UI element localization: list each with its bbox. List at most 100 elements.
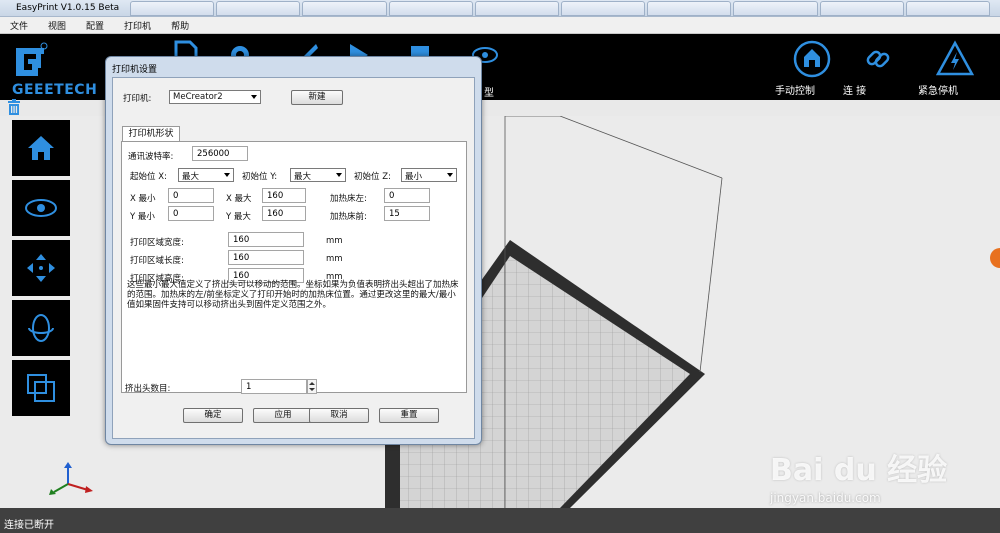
origin-x-select[interactable]: 最大 xyxy=(178,168,234,182)
manual-control-icon xyxy=(793,40,831,78)
taskbar-tab[interactable] xyxy=(302,1,387,16)
taskbar-tab[interactable] xyxy=(905,1,991,16)
taskbar-tab[interactable] xyxy=(388,1,473,16)
printer-select[interactable]: MeCreator2 xyxy=(169,90,261,104)
chevron-down-icon xyxy=(336,173,342,177)
warning-icon xyxy=(936,40,974,76)
chevron-down-icon xyxy=(224,173,230,177)
geeetech-logo: GEEETECH xyxy=(8,42,100,100)
y-min-input[interactable] xyxy=(168,206,214,221)
taskbar-tab[interactable] xyxy=(561,1,646,16)
printer-label: 打印机: xyxy=(123,94,152,104)
reset-button[interactable]: 重置 xyxy=(379,408,439,423)
x-min-label: X 最小 xyxy=(130,194,156,204)
taskbar-tab[interactable] xyxy=(647,1,732,16)
stepper-arrows-icon xyxy=(309,382,315,391)
left-sidebar xyxy=(12,120,70,420)
cancel-button[interactable]: 取消 xyxy=(309,408,369,423)
width-label: 打印区域宽度: xyxy=(130,238,184,248)
connect-button[interactable]: 连 接 xyxy=(843,40,913,97)
link-icon xyxy=(866,50,890,68)
menu-config[interactable]: 配置 xyxy=(76,19,114,32)
scale-button[interactable] xyxy=(12,360,70,416)
baidu-watermark: Bai du 经验 jingyan.baidu.com xyxy=(760,425,1000,515)
view-button[interactable] xyxy=(12,180,70,236)
rotate-icon xyxy=(28,314,54,342)
menu-help[interactable]: 帮助 xyxy=(161,19,199,32)
toolbar-model-label: 型 xyxy=(484,88,494,99)
menu-file[interactable]: 文件 xyxy=(0,19,38,32)
extruder-count-input[interactable] xyxy=(241,379,307,394)
origin-y-value: 最大 xyxy=(294,172,312,182)
scale-icon xyxy=(27,374,55,402)
baud-input[interactable] xyxy=(192,146,248,161)
rotate-button[interactable] xyxy=(12,300,70,356)
x-min-input[interactable] xyxy=(168,188,214,203)
status-bar: 连接已断开 xyxy=(0,508,1000,533)
browser-tabs xyxy=(130,1,991,16)
length-unit: mm xyxy=(326,254,343,264)
app-title: EasyPrint V1.0.15 Beta xyxy=(16,3,120,13)
dialog-title: 打印机设置 xyxy=(112,65,158,75)
bed-front-input[interactable] xyxy=(384,206,430,221)
origin-y-label: 初始位 Y: xyxy=(242,172,278,182)
origin-z-label: 初始位 Z: xyxy=(354,172,391,182)
window-titlebar: EasyPrint V1.0.15 Beta xyxy=(0,0,1000,17)
range-description: 这些最小最大值定义了挤出头可以移动的范围。坐标如果为负值表明挤出头超出了加热床的… xyxy=(127,280,459,310)
printer-shape-panel: 通讯波特率: 起始位 X: 最大 初始位 Y: 最大 初始位 Z: 最小 X 最… xyxy=(121,141,467,393)
home-icon xyxy=(28,136,54,160)
taskbar-tab[interactable] xyxy=(819,1,904,16)
origin-x-label: 起始位 X: xyxy=(130,172,167,182)
x-max-input[interactable] xyxy=(262,188,306,203)
printer-select-value: MeCreator2 xyxy=(173,92,223,102)
printer-settings-dialog: 打印机设置 打印机: MeCreator2 新建 打印机形状 通讯波特率: 起始… xyxy=(105,56,482,445)
trash-icon[interactable] xyxy=(7,99,21,115)
width-input[interactable] xyxy=(228,232,304,247)
extruder-count-label: 挤出头数目: xyxy=(125,384,171,394)
watermark-main: Bai du 经验 xyxy=(770,453,948,488)
emergency-stop-label: 紧急停机 xyxy=(918,86,958,97)
y-max-input[interactable] xyxy=(262,206,306,221)
chevron-down-icon xyxy=(447,173,453,177)
bed-front-label: 加热床前: xyxy=(330,212,367,222)
manual-control-label: 手动控制 xyxy=(775,86,815,97)
watermark-sub: jingyan.baidu.com xyxy=(770,491,881,505)
apply-button[interactable]: 应用 xyxy=(253,408,313,423)
origin-x-value: 最大 xyxy=(182,172,200,182)
length-label: 打印区域长度: xyxy=(130,256,184,266)
origin-z-select[interactable]: 最小 xyxy=(401,168,457,182)
new-printer-button[interactable]: 新建 xyxy=(291,90,343,105)
manual-control-button[interactable]: 手动控制 xyxy=(775,40,849,97)
bed-left-label: 加热床左: xyxy=(330,194,367,204)
dialog-body: 打印机: MeCreator2 新建 打印机形状 通讯波特率: 起始位 X: 最… xyxy=(112,77,475,439)
logo-text: GEEETECH xyxy=(12,82,98,98)
origin-z-value: 最小 xyxy=(405,172,423,182)
x-max-label: X 最大 xyxy=(226,194,252,204)
home-view-button[interactable] xyxy=(12,120,70,176)
menu-bar: 文件 视图 配置 打印机 帮助 xyxy=(0,17,1000,34)
width-unit: mm xyxy=(326,236,343,246)
eye-icon xyxy=(25,199,57,217)
emergency-stop-button[interactable]: 紧急停机 xyxy=(918,40,992,97)
y-min-label: Y 最小 xyxy=(130,212,155,222)
bed-left-input[interactable] xyxy=(384,188,430,203)
taskbar-tab[interactable] xyxy=(733,1,818,16)
menu-printer[interactable]: 打印机 xyxy=(114,19,161,32)
axis-gizmo-icon xyxy=(49,462,93,495)
taskbar-tab[interactable] xyxy=(216,1,301,16)
tab-printer-shape[interactable]: 打印机形状 xyxy=(122,126,180,141)
y-max-label: Y 最大 xyxy=(226,212,251,222)
connection-status: 连接已断开 xyxy=(4,520,54,531)
origin-y-select[interactable]: 最大 xyxy=(290,168,346,182)
logo-icon xyxy=(16,42,48,76)
connect-label: 连 接 xyxy=(843,86,867,97)
taskbar-tab[interactable] xyxy=(474,1,560,16)
menu-view[interactable]: 视图 xyxy=(38,19,76,32)
length-input[interactable] xyxy=(228,250,304,265)
chevron-down-icon xyxy=(251,95,257,99)
baud-label: 通讯波特率: xyxy=(128,152,174,162)
taskbar-tab[interactable] xyxy=(130,1,215,16)
ok-button[interactable]: 确定 xyxy=(183,408,243,423)
move-button[interactable] xyxy=(12,240,70,296)
extruder-count-stepper[interactable] xyxy=(307,379,317,394)
